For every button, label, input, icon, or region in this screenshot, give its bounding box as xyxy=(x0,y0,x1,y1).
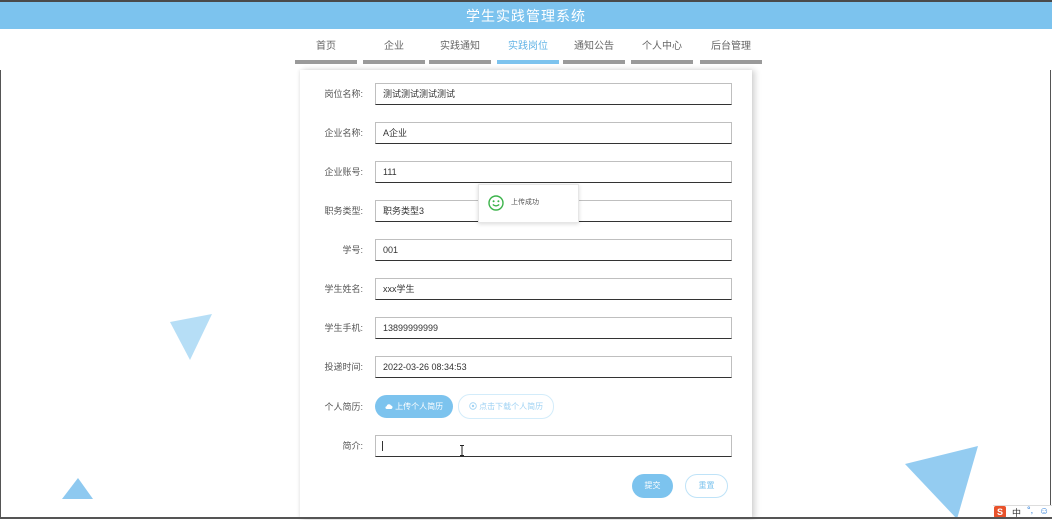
intro-field[interactable] xyxy=(375,435,732,457)
nav-item-company[interactable]: 企业 xyxy=(363,38,425,64)
nav-item-home[interactable]: 首页 xyxy=(295,38,357,64)
download-resume-button[interactable]: 点击下载个人简历 xyxy=(458,394,554,419)
nav-item-label: 个人中心 xyxy=(642,41,682,52)
nav-underline xyxy=(363,60,425,64)
nav-item-label: 实践岗位 xyxy=(508,41,548,52)
student-id-field[interactable]: 001 xyxy=(375,239,732,261)
cloud-upload-icon xyxy=(385,404,393,410)
field-label: 岗位名称: xyxy=(324,89,363,99)
nav-item-label: 通知公告 xyxy=(574,41,614,52)
success-toast: 上传成功 xyxy=(478,184,579,223)
nav-item-practice-notice[interactable]: 实践通知 xyxy=(429,38,491,64)
submit-button[interactable]: 提交 xyxy=(632,474,673,498)
form-row-post-name: 岗位名称: 测试测试测试测试 xyxy=(300,83,740,105)
field-label: 个人简历: xyxy=(324,402,363,412)
decor-triangle-icon xyxy=(905,446,978,519)
reset-button[interactable]: 重置 xyxy=(685,474,728,498)
window-edge-left xyxy=(0,70,1,519)
nav-underline xyxy=(429,60,491,64)
nav-item-label: 首页 xyxy=(316,41,336,52)
form-row-submit-time: 投递时间: 2022-03-26 08:34:53 xyxy=(300,356,740,378)
nav-underline xyxy=(295,60,357,64)
field-label: 简介: xyxy=(342,441,363,451)
nav-underline xyxy=(631,60,693,64)
ime-punct-toggle[interactable]: °, xyxy=(1027,505,1033,515)
app-header: 学生实践管理系统 xyxy=(0,0,1052,29)
field-label: 学生手机: xyxy=(324,323,363,333)
company-name-field[interactable]: A企业 xyxy=(375,122,732,144)
form-row-company-account: 企业账号: 111 xyxy=(300,161,740,183)
submit-time-field[interactable]: 2022-03-26 08:34:53 xyxy=(375,356,732,378)
smile-icon xyxy=(488,195,504,211)
ime-emoji-icon[interactable]: ☺ xyxy=(1039,506,1049,517)
field-label: 投递时间: xyxy=(324,362,363,372)
form-row-student-phone: 学生手机: 13899999999 xyxy=(300,317,740,339)
nav-underline xyxy=(700,60,762,64)
decor-triangle-icon xyxy=(62,478,93,499)
field-label: 企业名称: xyxy=(324,128,363,138)
upload-resume-label: 上传个人简历 xyxy=(395,402,444,411)
app-title: 学生实践管理系统 xyxy=(466,7,586,24)
window-edge-right xyxy=(1050,70,1051,519)
field-label: 企业账号: xyxy=(324,167,363,177)
ibeam-cursor-icon xyxy=(460,445,464,456)
post-name-field[interactable]: 测试测试测试测试 xyxy=(375,83,732,105)
company-account-field[interactable]: 111 xyxy=(375,161,732,183)
student-name-field[interactable]: xxx学生 xyxy=(375,278,732,300)
field-label: 学生姓名: xyxy=(324,284,363,294)
field-label: 职务类型: xyxy=(324,206,363,216)
nav-item-label: 企业 xyxy=(384,41,404,52)
nav-item-announcement[interactable]: 通知公告 xyxy=(563,38,625,64)
student-phone-field[interactable]: 13899999999 xyxy=(375,317,732,339)
form-row-company-name: 企业名称: A企业 xyxy=(300,122,740,144)
download-icon xyxy=(469,402,477,410)
download-resume-label: 点击下载个人简历 xyxy=(479,402,544,411)
field-label: 学号: xyxy=(342,245,363,255)
text-caret xyxy=(382,441,383,451)
form-row-intro: 简介: xyxy=(300,435,740,457)
nav-item-practice-post[interactable]: 实践岗位 xyxy=(497,38,559,64)
upload-resume-button[interactable]: 上传个人简历 xyxy=(375,395,453,418)
nav-item-admin[interactable]: 后台管理 xyxy=(700,38,762,64)
form-row-student-id: 学号: 001 xyxy=(300,239,740,261)
toast-message: 上传成功 xyxy=(511,199,539,206)
nav-underline xyxy=(563,60,625,64)
nav-item-label: 后台管理 xyxy=(711,41,751,52)
nav-item-profile[interactable]: 个人中心 xyxy=(631,38,693,64)
form-row-student-name: 学生姓名: xxx学生 xyxy=(300,278,740,300)
decor-triangle-icon xyxy=(170,314,212,360)
nav-underline xyxy=(497,60,559,64)
nav-item-label: 实践通知 xyxy=(440,41,480,52)
